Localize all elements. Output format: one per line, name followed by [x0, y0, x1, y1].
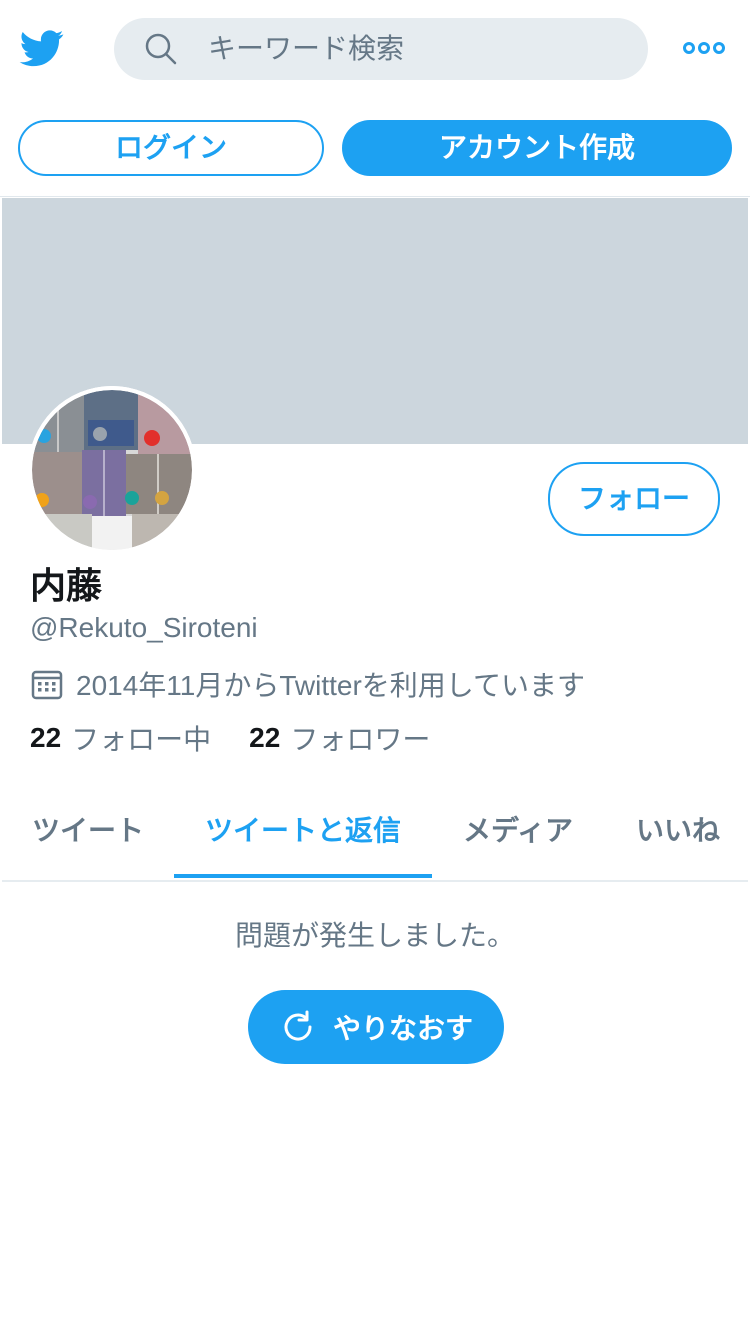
follow-stats: 22 フォロー中 22 フォロワー: [30, 718, 430, 758]
followers-label[interactable]: フォロワー: [290, 718, 430, 758]
display-name: 内藤: [30, 565, 103, 606]
tab-tweets[interactable]: ツイート: [2, 786, 174, 880]
top-bar: キーワード検索: [0, 0, 750, 100]
more-dots-icon[interactable]: [682, 36, 726, 60]
following-count[interactable]: 22: [30, 722, 61, 754]
search-input[interactable]: キーワード検索: [114, 18, 648, 80]
follow-button[interactable]: フォロー: [548, 462, 720, 536]
tab-likes[interactable]: いいね: [604, 786, 750, 880]
join-date: 2014年11月からTwitterを利用しています: [30, 664, 585, 704]
active-tab-indicator: [174, 874, 432, 878]
user-handle: @Rekuto_Siroteni: [30, 612, 258, 643]
login-button[interactable]: ログイン: [18, 120, 324, 176]
retry-label: やりなおす: [332, 1013, 473, 1044]
tab-media[interactable]: メディア: [432, 786, 604, 880]
signup-button[interactable]: アカウント作成: [342, 120, 732, 176]
twitter-bird-icon[interactable]: [18, 26, 66, 70]
avatar[interactable]: [28, 386, 196, 554]
calendar-icon: [31, 670, 63, 700]
tab-tweets-and-replies[interactable]: ツイートと返信: [174, 786, 432, 880]
error-message: 問題が発生しました。: [234, 920, 515, 951]
join-date-text: 2014年11月からTwitterを利用しています: [76, 670, 585, 701]
tabs-divider: [2, 880, 748, 882]
retry-button[interactable]: やりなおす: [248, 990, 504, 1064]
following-label[interactable]: フォロー中: [71, 718, 211, 758]
followers-count[interactable]: 22: [249, 722, 280, 754]
avatar-image: [28, 386, 196, 554]
profile-tabs: ツイート ツイートと返信 メディア いいね: [2, 786, 748, 880]
header-divider: [0, 196, 750, 197]
search-icon: [145, 33, 177, 65]
search-placeholder: キーワード検索: [208, 33, 405, 64]
refresh-icon: [284, 1010, 312, 1041]
